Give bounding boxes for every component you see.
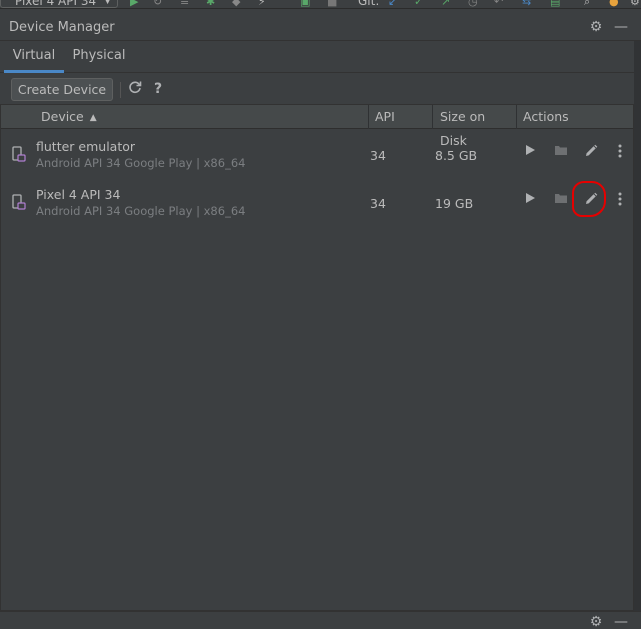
column-header-size[interactable]: Size on Disk xyxy=(433,105,516,148)
device-api: 34 xyxy=(370,148,386,163)
run-icon[interactable]: ▶ xyxy=(130,0,138,7)
git-push-icon[interactable]: ↗ xyxy=(441,0,450,7)
edit-pencil-icon[interactable] xyxy=(582,144,600,162)
hot-reload-icon[interactable]: ⚡ xyxy=(258,0,266,7)
tab-physical-label: Physical xyxy=(72,48,126,63)
column-header-actions: Actions xyxy=(523,109,569,124)
column-header-device[interactable]: Device ▲ xyxy=(34,105,368,129)
more-vertical-icon[interactable] xyxy=(611,144,629,162)
minimize-icon[interactable]: — xyxy=(613,614,629,629)
phone-icon xyxy=(12,146,26,162)
panel-header: Device Manager ⚙ — xyxy=(0,10,641,41)
more-vertical-icon[interactable] xyxy=(611,192,629,210)
gear-icon[interactable]: ⚙ xyxy=(588,614,604,629)
git-label: Git: xyxy=(358,0,380,8)
red-highlight-annotation xyxy=(572,181,606,217)
notification-icon[interactable]: ● xyxy=(609,0,619,7)
git-history-icon[interactable]: ◷ xyxy=(468,0,478,7)
phone-icon xyxy=(12,194,26,210)
search-icon[interactable]: ⌕ xyxy=(584,0,590,7)
help-icon[interactable]: ? xyxy=(149,80,167,98)
device-size: 8.5 GB xyxy=(435,148,478,163)
device-actions-toolbar: Create Device ? xyxy=(0,74,641,104)
minimize-icon[interactable]: — xyxy=(613,19,629,35)
profile-icon[interactable]: ≡ xyxy=(180,0,189,7)
git-rollback-icon[interactable]: ↶ xyxy=(494,0,503,7)
tab-virtual[interactable]: Virtual xyxy=(4,41,64,73)
column-header-api[interactable]: API xyxy=(368,105,432,129)
main-toolbar: Pixel 4 API 34 ▼ ▶ ↻ ≡ ✱ ◆ ⚡ ▣ ■ Git: ↙ … xyxy=(0,0,641,9)
table-header: Device ▲ API Size on Disk Actions xyxy=(1,105,633,148)
device-details: Android API 34 Google Play | x86_64 xyxy=(36,156,246,170)
folder-icon[interactable] xyxy=(552,144,570,162)
device-name: flutter emulator xyxy=(36,139,136,154)
bottom-panel-header: ⚙ — xyxy=(0,611,641,629)
settings-icon[interactable]: ⚙ xyxy=(630,0,640,7)
toolbar-divider xyxy=(120,82,121,98)
chevron-down-icon: ▼ xyxy=(104,0,111,6)
refresh-icon[interactable] xyxy=(126,80,144,98)
tab-physical[interactable]: Physical xyxy=(68,41,130,73)
create-device-button[interactable]: Create Device xyxy=(11,78,113,101)
git-update-icon[interactable]: ↙ xyxy=(388,0,397,7)
device-name: Pixel 4 API 34 xyxy=(36,187,121,202)
tab-bar: Virtual Physical xyxy=(0,41,641,73)
debug-icon[interactable]: ✱ xyxy=(206,0,215,7)
attach-debugger-icon[interactable]: ↻ xyxy=(153,0,162,7)
tab-virtual-label: Virtual xyxy=(12,48,56,63)
translate-icon[interactable]: ⇆ xyxy=(522,0,531,7)
device-manager-icon[interactable]: ▤ xyxy=(550,0,560,7)
table-row[interactable]: Pixel 4 API 34 Android API 34 Google Pla… xyxy=(1,177,633,225)
device-selector[interactable]: Pixel 4 API 34 ▼ xyxy=(0,0,118,8)
sort-ascending-icon: ▲ xyxy=(89,113,97,123)
stop-icon[interactable]: ■ xyxy=(327,0,337,7)
right-tool-strip xyxy=(634,41,641,611)
launch-play-icon[interactable] xyxy=(521,144,539,162)
table-row[interactable]: flutter emulator Android API 34 Google P… xyxy=(1,129,633,177)
column-header-device-label: Device xyxy=(41,109,84,124)
device-table: Device ▲ API Size on Disk Actions flutter… xyxy=(0,104,634,611)
sync-icon[interactable]: ▣ xyxy=(300,0,310,7)
folder-icon[interactable] xyxy=(552,192,570,210)
gear-icon[interactable]: ⚙ xyxy=(588,19,604,35)
apply-changes-icon[interactable]: ◆ xyxy=(232,0,240,7)
panel-title: Device Manager xyxy=(9,20,115,35)
device-selector-label: Pixel 4 API 34 xyxy=(15,0,97,8)
device-details: Android API 34 Google Play | x86_64 xyxy=(36,204,246,218)
launch-play-icon[interactable] xyxy=(521,192,539,210)
git-commit-icon[interactable]: ✓ xyxy=(414,0,423,7)
device-size: 19 GB xyxy=(435,196,474,211)
device-api: 34 xyxy=(370,196,386,211)
ide-window: Pixel 4 API 34 ▼ ▶ ↻ ≡ ✱ ◆ ⚡ ▣ ■ Git: ↙ … xyxy=(0,0,641,629)
